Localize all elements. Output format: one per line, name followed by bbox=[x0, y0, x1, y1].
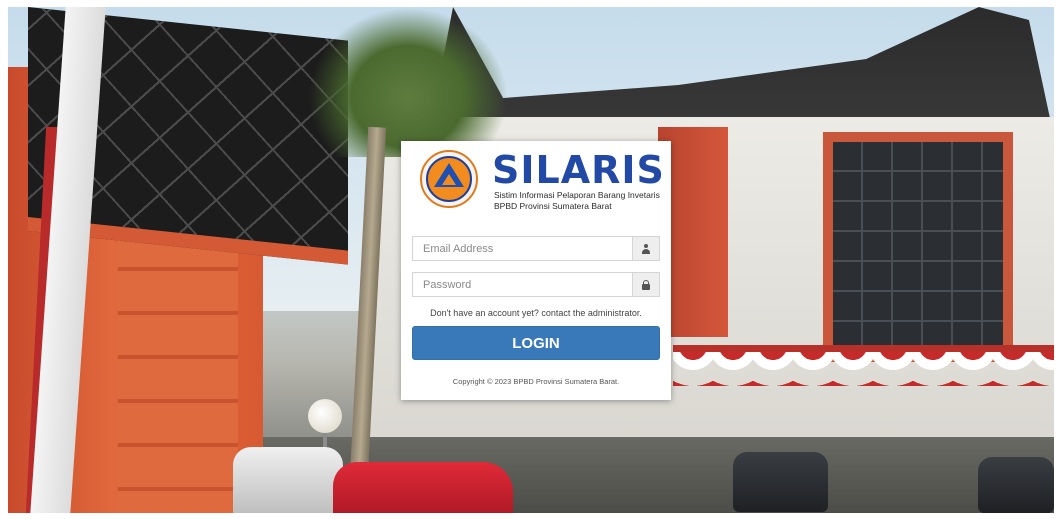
login-card: SILARIS Sistim Informasi Pelaporan Baran… bbox=[401, 141, 671, 400]
email-input-group bbox=[412, 236, 660, 261]
car-red bbox=[333, 462, 513, 513]
brand-header: SILARIS Sistim Informasi Pelaporan Baran… bbox=[420, 148, 664, 211]
bunting bbox=[673, 352, 1054, 386]
red-structure-panel bbox=[118, 227, 238, 513]
password-addon bbox=[632, 273, 659, 296]
password-input[interactable] bbox=[413, 273, 633, 296]
page-frame: SILARIS Sistim Informasi Pelaporan Baran… bbox=[0, 0, 1059, 519]
brand-subtitle-1: Sistim Informasi Pelaporan Barang Inveta… bbox=[494, 190, 660, 200]
car-dark-right bbox=[978, 457, 1054, 513]
car-white bbox=[233, 447, 343, 513]
copyright-text: Copyright © 2023 BPBD Provinsi Sumatera … bbox=[452, 377, 620, 386]
password-input-group bbox=[412, 272, 660, 297]
street-lamp bbox=[308, 399, 342, 433]
help-text: Don't have an account yet? contact the a… bbox=[430, 308, 642, 318]
building-window-frame bbox=[823, 132, 1013, 362]
emblem-inner-triangle bbox=[442, 174, 456, 185]
car-dark bbox=[733, 452, 828, 512]
user-icon bbox=[642, 243, 650, 254]
brand-name: SILARIS bbox=[492, 148, 665, 192]
lock-icon bbox=[642, 279, 650, 290]
login-button[interactable]: LOGIN bbox=[412, 326, 660, 360]
palm-leaves bbox=[308, 7, 508, 157]
email-input[interactable] bbox=[413, 237, 633, 260]
bpbd-emblem-icon bbox=[420, 150, 478, 208]
brand-subtitle-2: BPBD Provinsi Sumatera Barat bbox=[494, 201, 612, 211]
email-addon bbox=[632, 237, 659, 260]
